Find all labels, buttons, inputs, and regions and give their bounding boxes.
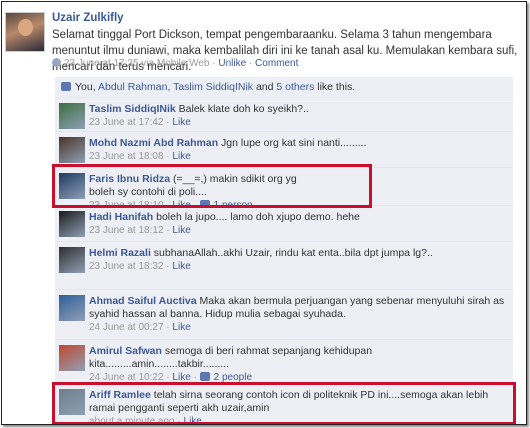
likes-others[interactable]: 5 others — [276, 81, 314, 93]
highlight-box-ariff — [52, 382, 516, 424]
likes-suffix: like this. — [314, 81, 356, 93]
commenter-avatar[interactable] — [59, 295, 85, 321]
likes-names[interactable]: Abdul Rahman, Taslim SiddiqINik — [98, 81, 253, 93]
likes-prefix: You, — [75, 81, 98, 93]
comment-like-link[interactable]: Like — [172, 261, 190, 272]
commenter-name[interactable]: Mohd Nazmi Abd Rahman — [89, 137, 218, 149]
comment-row: Ahmad Saiful Auctiva Maka akan bermula p… — [55, 290, 513, 340]
commenter-avatar[interactable] — [59, 211, 85, 237]
comment-meta: 23 June at 18:32 · Like — [89, 261, 191, 272]
comment-text: Jgn lupe org kat sini nanti......... — [221, 137, 367, 149]
comment-body: Hadi Hanifah boleh la jupo.... lamo doh … — [89, 211, 507, 237]
comment-row: Helmi Razali subhanaAllah..akhi Uzair, r… — [55, 242, 513, 290]
comment-body: Ahmad Saiful Auctiva Maka akan bermula p… — [89, 295, 507, 334]
comment-like-link[interactable]: Like — [172, 322, 190, 333]
comment-body: Mohd Nazmi Abd Rahman Jgn lupe org kat s… — [89, 137, 507, 163]
comment-meta: 24 June at 00:27 · Like — [89, 322, 191, 333]
comment-row: Amirul Safwan semoga di beri rahmat sepa… — [55, 340, 513, 384]
commenter-avatar[interactable] — [59, 247, 85, 273]
comment-meta: 23 June at 17:42 · Like — [89, 117, 191, 128]
commenter-avatar[interactable] — [59, 103, 85, 129]
unlike-link[interactable]: Unlike — [218, 58, 246, 69]
comment-meta: 23 June at 18:08 · Like — [89, 151, 191, 162]
screenshot-frame: Uzair Zulkifly Selamat tinggal Port Dick… — [1, 1, 527, 425]
comment-text: subhanaAllah..akhi Uzair, rindu kat enta… — [153, 247, 433, 259]
thumbs-up-icon — [61, 82, 71, 91]
comment-text: Balek klate doh ko syeikh?.. — [178, 103, 309, 115]
likes-and: and — [253, 81, 277, 93]
commenter-name[interactable]: Taslim SiddiqINik — [89, 103, 176, 115]
comment-time[interactable]: 23 June at 18:08 — [89, 151, 164, 162]
highlight-box-faris — [52, 164, 372, 208]
globe-icon — [52, 58, 61, 67]
comment-time[interactable]: 23 June at 18:32 — [89, 261, 164, 272]
author-avatar[interactable] — [5, 12, 45, 52]
post-time[interactable]: 23 June at 17:25 via Mobile Web — [64, 58, 209, 69]
commenter-name[interactable]: Helmi Razali — [89, 247, 151, 259]
comment-link[interactable]: Comment — [255, 58, 298, 69]
comment-body: Helmi Razali subhanaAllah..akhi Uzair, r… — [89, 247, 507, 273]
comment-time[interactable]: 23 June at 18:12 — [89, 225, 164, 236]
commenter-name[interactable]: Hadi Hanifah — [89, 211, 153, 223]
thumbs-up-icon — [199, 372, 210, 381]
comment-like-link[interactable]: Like — [172, 225, 190, 236]
comment-time[interactable]: 24 June at 00:27 — [89, 322, 164, 333]
post-author[interactable]: Uzair Zulkifly — [52, 12, 124, 24]
commenter-name[interactable]: Amirul Safwan — [89, 345, 162, 357]
comment-time[interactable]: 23 June at 17:42 — [89, 117, 164, 128]
commenter-name[interactable]: Ahmad Saiful Auctiva — [89, 295, 197, 307]
comment-body: Amirul Safwan semoga di beri rahmat sepa… — [89, 345, 507, 384]
comment-meta: 23 June at 18:12 · Like — [89, 225, 191, 236]
commenter-avatar[interactable] — [59, 345, 85, 371]
comment-text: boleh la jupo.... lamo doh xjupo demo. h… — [156, 211, 360, 223]
comment-like-link[interactable]: Like — [172, 117, 190, 128]
comment-like-link[interactable]: Like — [172, 151, 190, 162]
post-meta: 23 June at 17:25 via Mobile Web · Unlike… — [52, 58, 298, 70]
comment-row: Taslim SiddiqINik Balek klate doh ko sye… — [55, 98, 513, 132]
comment-body: Taslim SiddiqINik Balek klate doh ko sye… — [89, 103, 507, 129]
comment-row: Hadi Hanifah boleh la jupo.... lamo doh … — [55, 206, 513, 242]
comment-row: Mohd Nazmi Abd Rahman Jgn lupe org kat s… — [55, 132, 513, 168]
commenter-avatar[interactable] — [59, 137, 85, 163]
likes-bar: You, Abdul Rahman, Taslim SiddiqINik and… — [55, 77, 513, 98]
